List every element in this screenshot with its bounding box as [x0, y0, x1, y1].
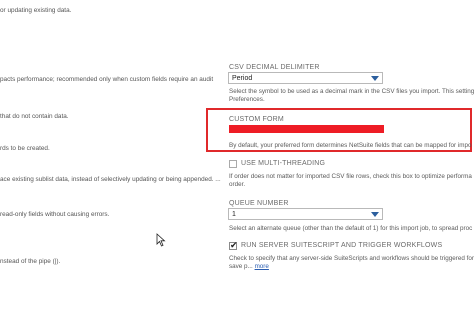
- server-suitescript-help-2: save p... more: [229, 263, 269, 271]
- server-suitescript-checkbox[interactable]: ✔: [229, 240, 238, 250]
- chevron-down-icon: [371, 212, 379, 217]
- csv-decimal-delimiter-select[interactable]: Period: [228, 72, 383, 84]
- mouse-pointer-icon: [156, 233, 166, 247]
- multithreading-label: USE MULTI-THREADING: [241, 160, 326, 167]
- csv-decimal-delimiter-help-2: Preferences.: [229, 96, 265, 103]
- queue-number-label: QUEUE NUMBER: [229, 200, 289, 207]
- multithreading-checkbox[interactable]: [229, 160, 237, 168]
- csv-decimal-delimiter-value: Period: [232, 75, 253, 82]
- left-text-existing-data: or updating existing data.: [0, 7, 72, 14]
- multithreading-help-2: order.: [229, 181, 246, 188]
- left-text-read-only: read-only fields without causing errors.: [0, 211, 110, 218]
- left-text-records-created: rds to be created.: [0, 145, 50, 152]
- server-suitescript-label: RUN SERVER SUITESCRIPT AND TRIGGER WORKF…: [241, 242, 443, 249]
- queue-number-value: 1: [232, 211, 236, 218]
- server-suitescript-help: Check to specify that any server-side Su…: [229, 255, 474, 262]
- custom-form-redacted-field[interactable]: [229, 125, 384, 133]
- queue-number-select[interactable]: 1: [228, 208, 383, 220]
- custom-form-help: By default, your preferred form determin…: [229, 142, 472, 149]
- csv-decimal-delimiter-help: Select the symbol to be used as a decima…: [229, 88, 474, 95]
- server-suitescript-help-prefix: save p...: [229, 263, 253, 270]
- chevron-down-icon: [371, 76, 379, 81]
- more-link[interactable]: more: [255, 263, 269, 270]
- left-text-performance: pacts performance; recommended only when…: [0, 76, 214, 83]
- csv-decimal-delimiter-label: CSV DECIMAL DELIMITER: [229, 64, 320, 71]
- custom-form-label: CUSTOM FORM: [229, 116, 284, 123]
- queue-number-help: Select an alternate queue (other than th…: [229, 225, 473, 232]
- left-text-no-data: that do not contain data.: [0, 113, 69, 120]
- multithreading-help: If order does not matter for imported CS…: [229, 173, 472, 180]
- checkmark-icon: ✔: [230, 240, 238, 250]
- left-text-sublist-data: ace existing sublist data, instead of se…: [0, 176, 221, 183]
- left-text-pipe: nstead of the pipe (|).: [0, 258, 61, 265]
